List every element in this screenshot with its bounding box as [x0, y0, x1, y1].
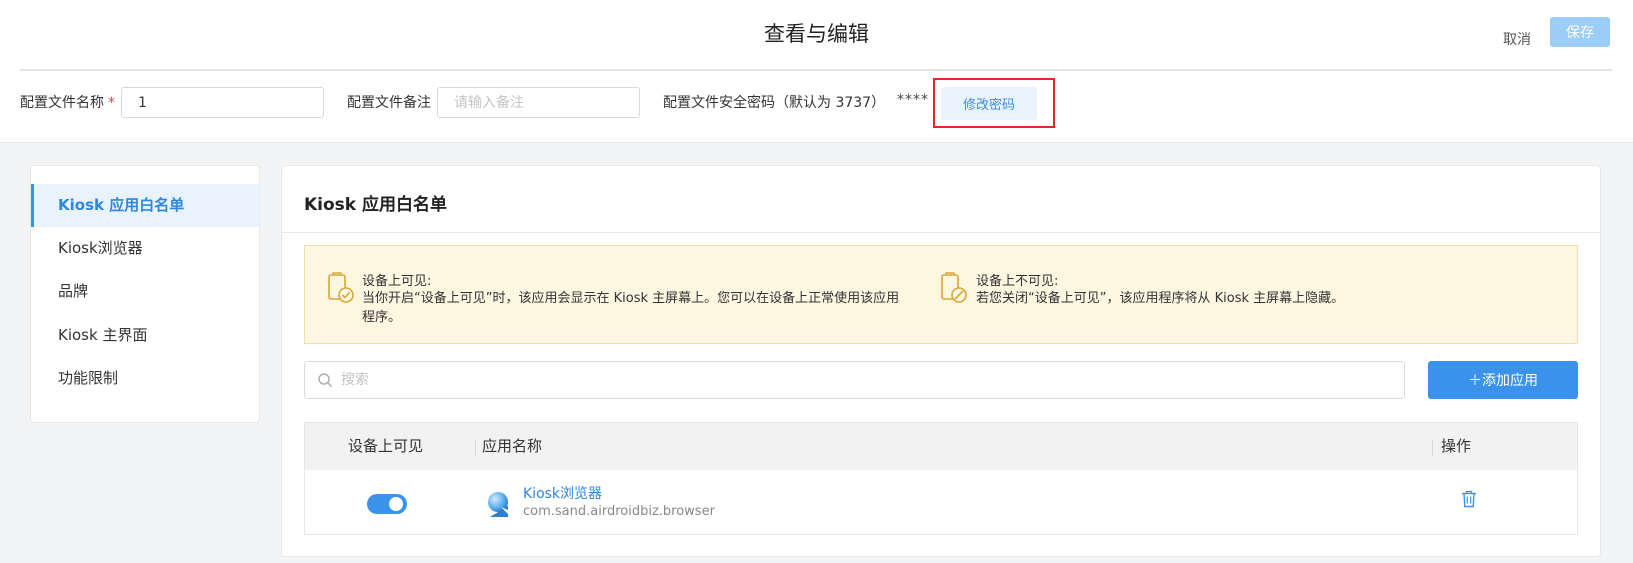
sidebar: Kiosk 应用白名单 Kiosk浏览器 品牌 Kiosk 主界面 功能限制 — [30, 165, 260, 423]
col-separator — [475, 440, 476, 456]
header-divider — [20, 69, 1612, 71]
config-name-input[interactable] — [121, 87, 324, 118]
section-divider — [282, 232, 1600, 233]
app-table: 设备上可见 应用名称 操作 Kiosk浏览器 com.sand.airdroid… — [304, 422, 1578, 535]
sidebar-item-restrictions[interactable]: 功能限制 — [31, 357, 259, 400]
page-title: 查看与编辑 — [764, 22, 869, 46]
visible-device-icon — [328, 272, 354, 303]
hidden-notice-title: 设备上不可见: — [976, 274, 1059, 289]
sidebar-item-brand[interactable]: 品牌 — [31, 270, 259, 313]
cancel-button[interactable]: 取消 — [1492, 24, 1542, 54]
app-package-name: com.sand.airdroidbiz.browser — [523, 504, 715, 519]
sidebar-item-kiosk-browser[interactable]: Kiosk浏览器 — [31, 227, 259, 270]
change-password-button[interactable]: 修改密码 — [941, 87, 1037, 120]
hidden-notice-text: 若您关闭“设备上可见”，该应用程序将从 Kiosk 主屏幕上隐藏。 — [976, 291, 1345, 306]
visible-notice-text: 当你开启“设备上可见”时，该应用会显示在 Kiosk 主屏幕上。您可以在设备上正… — [362, 291, 900, 325]
top-header: 查看与编辑 取消 保存 配置文件名称* 配置文件备注 配置文件安全密码（默认为 … — [0, 0, 1633, 143]
search-input[interactable] — [341, 362, 1391, 398]
table-row: Kiosk浏览器 com.sand.airdroidbiz.browser — [305, 470, 1577, 535]
hidden-device-icon — [941, 272, 967, 303]
config-remark-input[interactable] — [437, 87, 640, 118]
sidebar-item-kiosk-home[interactable]: Kiosk 主界面 — [31, 314, 259, 357]
col-visible: 设备上可见 — [348, 437, 424, 455]
col-app-name: 应用名称 — [482, 437, 543, 455]
password-mask: **** — [897, 92, 929, 108]
visible-notice-title: 设备上可见: — [362, 274, 432, 289]
col-separator — [1432, 440, 1433, 456]
save-button[interactable]: 保存 — [1550, 17, 1610, 47]
info-notice: 设备上可见: 当你开启“设备上可见”时，该应用会显示在 Kiosk 主屏幕上。您… — [304, 245, 1578, 344]
main-panel: Kiosk 应用白名单 设备上可见: 当你开启“设备上可见”时，该应用会显示在 … — [281, 165, 1601, 557]
config-remark-label: 配置文件备注 — [347, 95, 431, 111]
app-name-link[interactable]: Kiosk浏览器 — [523, 483, 602, 503]
section-title: Kiosk 应用白名单 — [304, 195, 448, 215]
add-app-button[interactable]: ＋添加应用 — [1428, 361, 1578, 399]
search-icon — [318, 373, 332, 387]
visible-toggle[interactable] — [367, 494, 407, 514]
browser-app-icon — [488, 492, 510, 517]
col-actions: 操作 — [1441, 437, 1472, 455]
table-header: 设备上可见 应用名称 操作 — [305, 423, 1577, 470]
config-password-label: 配置文件安全密码（默认为 3737） — [663, 95, 886, 111]
trash-icon[interactable] — [1461, 490, 1477, 508]
toggle-knob — [389, 497, 403, 511]
search-box — [304, 361, 1405, 399]
required-mark: * — [108, 95, 115, 111]
sidebar-item-app-whitelist[interactable]: Kiosk 应用白名单 — [31, 184, 259, 227]
config-name-label: 配置文件名称 * — [20, 95, 115, 111]
